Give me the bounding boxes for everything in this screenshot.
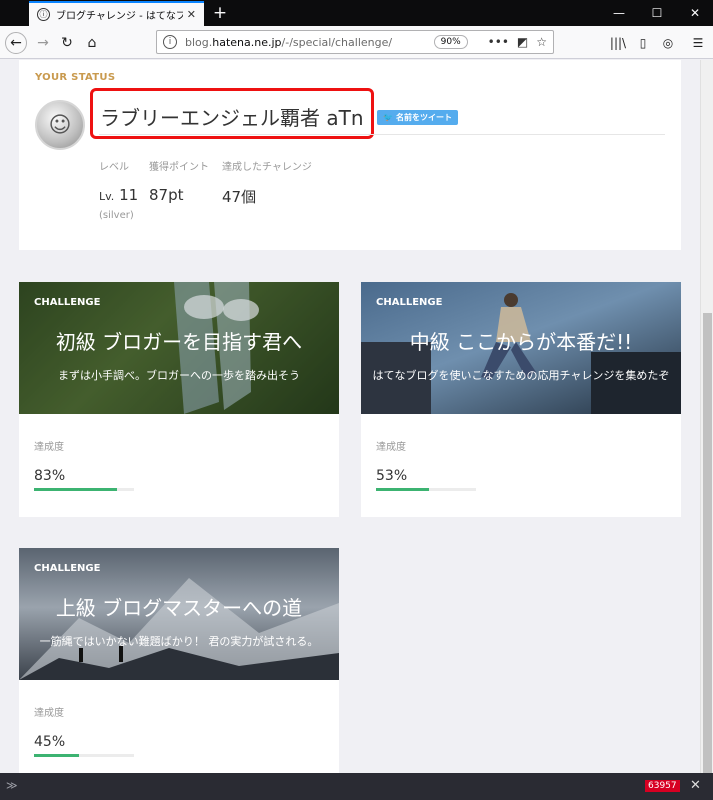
- hatena-favicon-icon: ⓘ: [37, 8, 50, 21]
- challenge-tag: CHALLENGE: [34, 563, 101, 574]
- level-heading: レベル: [99, 162, 129, 173]
- points-heading: 獲得ポイント: [149, 162, 209, 173]
- challenge-title: 中級 ここからが本番だ!!: [409, 330, 633, 354]
- nav-toolbar: ← → ↻ ⌂ i blog.hatena.ne.jp/-/special/ch…: [0, 26, 713, 59]
- achieved-value: 47個: [222, 188, 257, 206]
- menu-icon[interactable]: ☰: [688, 33, 708, 53]
- challenge-title: 初級 ブロガーを目指す君へ: [55, 330, 303, 354]
- progress-value: 53%: [376, 468, 408, 484]
- bookmark-star-icon[interactable]: ☆: [536, 35, 547, 49]
- progress-bar: [34, 488, 134, 491]
- challenge-title: 上級 ブログマスターへの道: [55, 596, 303, 620]
- tweet-label: 名前をツイート: [395, 113, 452, 122]
- divider: [99, 134, 665, 135]
- page-scrollbar[interactable]: [700, 60, 713, 773]
- progress-bar: [376, 488, 476, 491]
- progress-label: 達成度: [34, 708, 64, 719]
- progress-bar: [34, 754, 134, 757]
- user-title: ラブリーエンジェル覇者 aTn: [100, 106, 364, 130]
- challenge-card-beginner[interactable]: CHALLENGE 初級 ブロガーを目指す君へ まずは小手調べ。ブロガーへの一歩…: [19, 282, 339, 517]
- sidebar-icon[interactable]: ▯: [633, 33, 653, 53]
- challenge-card-intermediate[interactable]: CHALLENGE 中級 ここからが本番だ!! はてなブログを使いこなすための応…: [361, 282, 681, 517]
- challenge-banner[interactable]: CHALLENGE 上級 ブログマスターへの道 一筋縄ではいかない難題ばかり！ …: [19, 548, 339, 680]
- site-info-icon[interactable]: i: [163, 35, 177, 49]
- page-actions-icon[interactable]: •••: [488, 35, 509, 49]
- progress-fill: [34, 754, 79, 757]
- angel-badge-icon: ☺: [48, 112, 72, 138]
- progress-value: 45%: [34, 734, 66, 750]
- avatar[interactable]: ☺: [35, 100, 85, 150]
- extension-icon[interactable]: ◎: [658, 33, 678, 53]
- url-text[interactable]: blog.hatena.ne.jp/-/special/challenge/: [185, 36, 434, 49]
- page-viewport: YOUR STATUS ☺ ラブリーエンジェル覇者 aTn 🐦 名前をツイート …: [0, 60, 700, 773]
- challenge-tag: CHALLENGE: [34, 297, 101, 308]
- home-button[interactable]: ⌂: [81, 32, 103, 54]
- library-icon[interactable]: |||\: [608, 33, 628, 53]
- counter-badge: 63957: [645, 780, 680, 792]
- new-tab-button[interactable]: +: [210, 3, 230, 23]
- challenge-subtitle: 一筋縄ではいかない難題ばかり！ 君の実力が試される。: [39, 635, 319, 648]
- forward-button[interactable]: →: [32, 32, 54, 54]
- challenge-banner[interactable]: CHALLENGE 中級 ここからが本番だ!! はてなブログを使いこなすための応…: [361, 282, 681, 414]
- twitter-bird-icon: 🐦: [383, 113, 393, 122]
- status-label: YOUR STATUS: [35, 72, 116, 83]
- tab-active[interactable]: ⓘ ブログチャレンジ - はてなブログ ✕: [29, 1, 204, 26]
- achieved-heading: 達成したチャレンジ: [222, 162, 312, 173]
- reload-button[interactable]: ↻: [56, 32, 78, 54]
- address-bar[interactable]: i blog.hatena.ne.jp/-/special/challenge/…: [156, 30, 554, 54]
- points-value: 87pt: [149, 186, 184, 204]
- progress-label: 達成度: [34, 442, 64, 453]
- challenge-tag: CHALLENGE: [376, 297, 443, 308]
- challenge-subtitle: はてなブログを使いこなすための応用チャレンジを集めたぞ: [372, 369, 670, 382]
- bottom-bar: ≫ 63957 ✕: [0, 773, 713, 800]
- progress-fill: [34, 488, 117, 491]
- level-value: Lv. 11: [99, 186, 139, 204]
- tab-close-icon[interactable]: ✕: [187, 8, 196, 21]
- progress-value: 83%: [34, 468, 66, 484]
- pocket-icon[interactable]: ◩: [517, 35, 528, 49]
- chevron-right-icon[interactable]: ≫: [6, 779, 18, 792]
- window-close-icon[interactable]: ✕: [676, 0, 713, 26]
- zoom-indicator[interactable]: 90%: [433, 35, 468, 49]
- challenge-subtitle: まずは小手調べ。ブロガーへの一歩を踏み出そう: [58, 369, 300, 382]
- tab-strip: ⓘ ブログチャレンジ - はてなブログ ✕ + — ☐ ✕: [0, 0, 713, 26]
- level-rank: (silver): [99, 210, 134, 221]
- progress-fill: [376, 488, 429, 491]
- progress-label: 達成度: [376, 442, 406, 453]
- challenge-card-advanced[interactable]: CHALLENGE 上級 ブログマスターへの道 一筋縄ではいかない難題ばかり！ …: [19, 548, 339, 773]
- close-icon[interactable]: ✕: [690, 778, 701, 793]
- status-card: YOUR STATUS ☺ ラブリーエンジェル覇者 aTn 🐦 名前をツイート …: [19, 60, 681, 250]
- back-button[interactable]: ←: [5, 32, 27, 54]
- tab-title: ブログチャレンジ - はてなブログ: [56, 11, 183, 22]
- tweet-name-button[interactable]: 🐦 名前をツイート: [377, 110, 458, 125]
- minimize-icon[interactable]: —: [600, 0, 638, 26]
- maximize-icon[interactable]: ☐: [638, 0, 676, 26]
- challenge-banner[interactable]: CHALLENGE 初級 ブロガーを目指す君へ まずは小手調べ。ブロガーへの一歩…: [19, 282, 339, 414]
- scrollbar-thumb[interactable]: [703, 313, 712, 773]
